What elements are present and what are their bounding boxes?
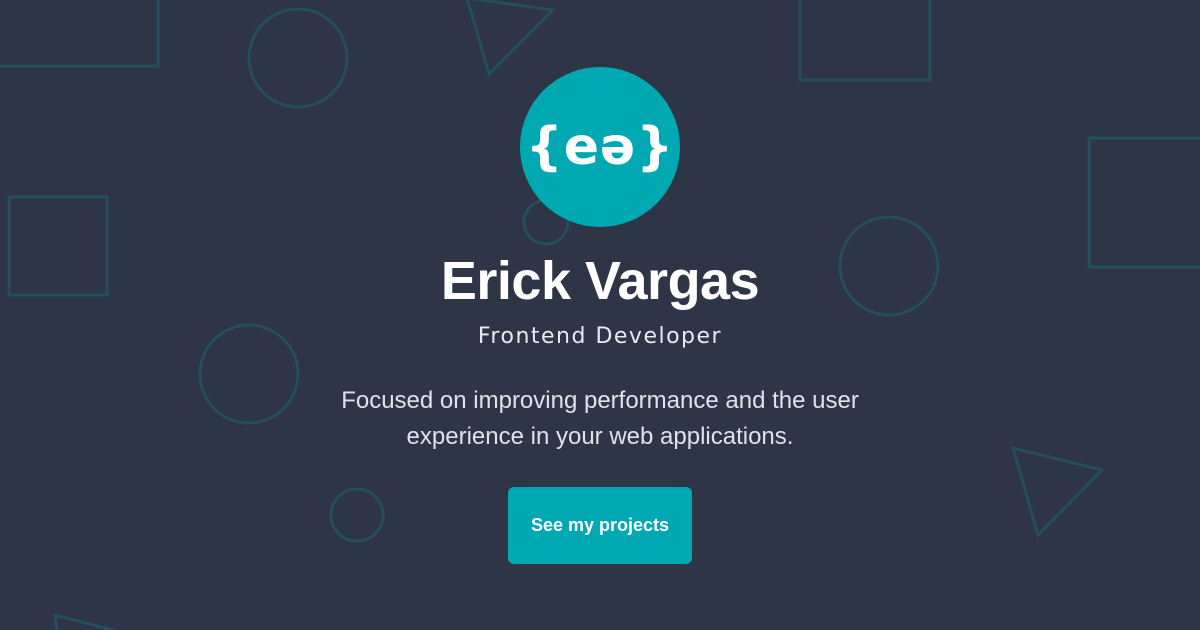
bg-triangle-bottom-left [53, 612, 119, 630]
bg-square-top-right [798, 0, 932, 82]
logo-text: {eə} [525, 117, 675, 177]
see-projects-label: See my projects [530, 515, 670, 535]
hero-page: {eə} Erick Vargas Frontend Developer Foc… [0, 0, 1200, 630]
hero-description: Focused on improving performance and the… [341, 387, 859, 450]
bg-circle-bottom-left [329, 487, 385, 543]
bg-triangle-right [1010, 445, 1105, 538]
hero-role: Frontend Developer [477, 324, 723, 349]
logo-badge: {eə} [520, 67, 680, 227]
bg-square-top-left [0, 0, 160, 68]
bg-circle-top-left [247, 7, 349, 109]
see-projects-button[interactable]: See my projects [508, 487, 692, 564]
bg-triangle-top [466, 0, 557, 77]
hero-name: Erick Vargas [440, 251, 760, 311]
